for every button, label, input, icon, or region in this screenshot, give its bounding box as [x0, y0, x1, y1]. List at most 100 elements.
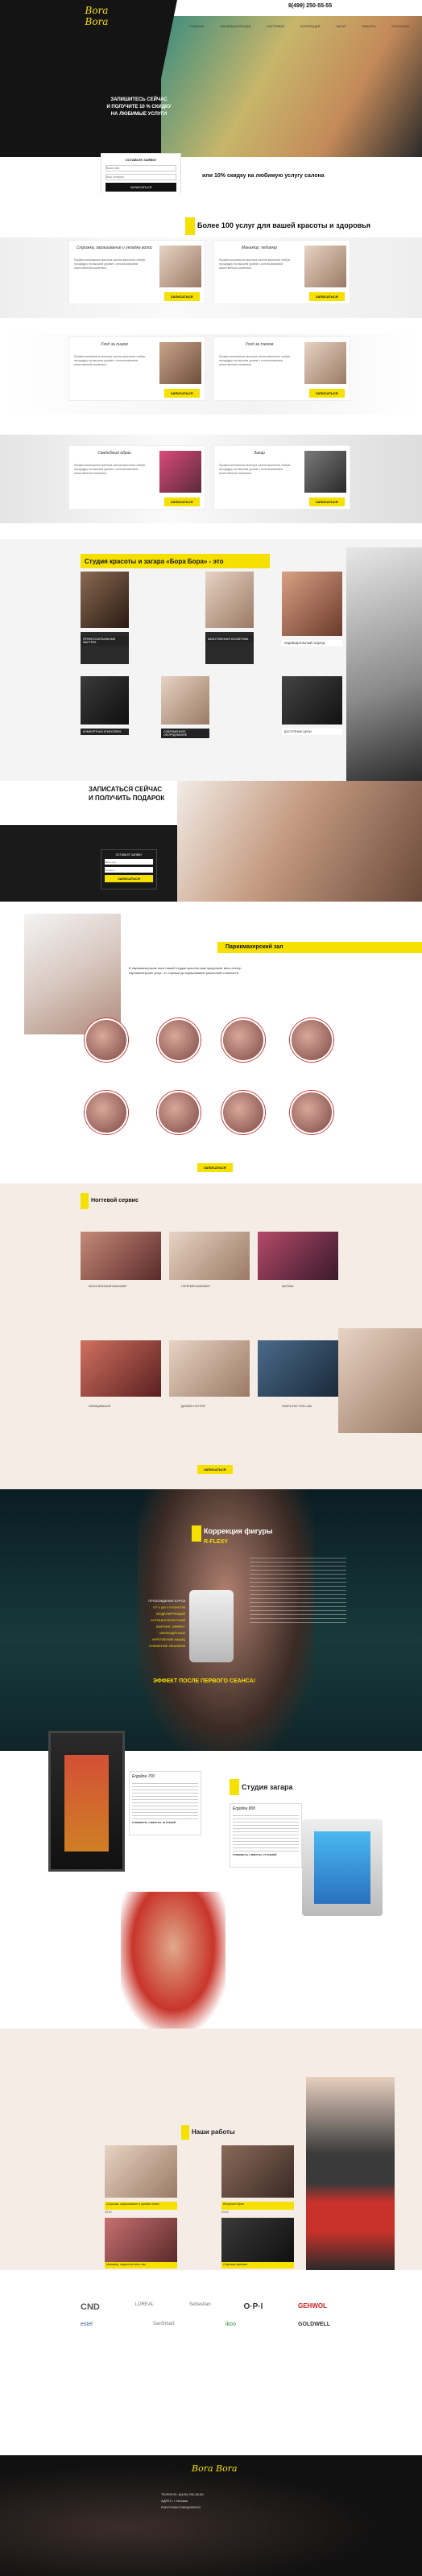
- card-title: Загар: [254, 451, 265, 456]
- hair-button[interactable]: ЗАПИСАТЬСЯ: [197, 1163, 233, 1172]
- studio-photo: [282, 572, 342, 636]
- tan-model-photo: [121, 1892, 225, 2029]
- services-title-bar: [185, 217, 195, 235]
- nav-item[interactable]: КОРРЕКЦИЯ: [300, 24, 320, 28]
- footer-logo[interactable]: Bora Bora: [192, 2463, 238, 2474]
- nav-item[interactable]: ПАРИКМАХЕРСКАЯ: [220, 24, 250, 28]
- correction-list-item: СНИЖЕНИЕ ОБЪЕМОВ: [148, 1644, 185, 1648]
- card-text: Профессиональные мастера салона выполнят…: [74, 464, 146, 475]
- signup-form-title: ОСТАВЬТЕ ЗАЯВКУ: [115, 853, 143, 857]
- phone-input[interactable]: [106, 174, 176, 180]
- card-text: Профессиональные мастера салона выполнят…: [219, 355, 291, 366]
- tan-box: Ergoline 700 СТОИМОСТЬ 1 МИНУТЫ: 25 РУБЛ…: [129, 1771, 201, 1835]
- card-photo: [159, 342, 201, 384]
- work-photo: [105, 2218, 177, 2262]
- nav-item[interactable]: РАБОТЫ: [362, 24, 376, 28]
- card-button[interactable]: ЗАПИСАТЬСЯ: [309, 292, 345, 301]
- nav-item[interactable]: КОНТАКТЫ: [391, 24, 409, 28]
- card-button[interactable]: ЗАПИСАТЬСЯ: [164, 292, 200, 301]
- correction-text: [250, 1558, 346, 1626]
- footer-info: ТЕЛЕФОН: 8(499) 250-55-55 АДРЕС: г. Моск…: [161, 2491, 274, 2511]
- nail-caption: НАРАЩИВАНИЕ: [89, 1405, 111, 1408]
- studio-title: Студия красоты и загара «Бора Бора» - эт…: [85, 558, 224, 565]
- hair-photo-circle: [221, 1018, 265, 1062]
- header-phone[interactable]: 8(499) 250-55-55: [288, 3, 332, 9]
- footer-phone[interactable]: ТЕЛЕФОН: 8(499) 250-55-55: [161, 2491, 274, 2498]
- studio-item-label: ДОСТУПНЫЕ ЦЕНЫ: [282, 729, 342, 735]
- card-title: Уход за телом: [245, 342, 274, 347]
- work-caption: Маникюр, покрытие гель-лак: [105, 2262, 177, 2268]
- correction-title: Коррекция фигуры: [204, 1527, 273, 1535]
- work-photo: [221, 2145, 294, 2198]
- studio-item-label: СОВРЕМЕННОЕ ОБОРУДОВАНИЕ: [161, 729, 209, 738]
- hero-diagonal: [145, 0, 177, 157]
- card-title: Стрижка, окрашивание и укладка волос: [76, 246, 153, 250]
- studio-model-photo: [346, 547, 422, 781]
- logo[interactable]: Bora Bora: [81, 5, 113, 27]
- studio-photo: [81, 572, 129, 628]
- footer-hours: РАБОТАЕМ ЕЖЕДНЕВНО: [161, 2505, 201, 2509]
- correction-list-item: ЛИФТИНГ-ЭФФЕКТ: [155, 1624, 185, 1629]
- signup-submit-button[interactable]: ЗАПИСАТЬСЯ: [105, 875, 153, 882]
- hair-model-photo: [24, 914, 121, 1034]
- card-title: Свадебный образ: [97, 451, 131, 456]
- hero-banner: или 10% скидку на любимую услугу салона: [197, 171, 422, 181]
- hair-photo-circle: [85, 1091, 128, 1134]
- tan-box-title: Ergoline 700: [132, 1774, 155, 1779]
- card-photo: [304, 451, 346, 493]
- nail-photo: [81, 1232, 161, 1280]
- works-model-photo: [306, 2077, 395, 2270]
- nav-item[interactable]: ЗАГАР: [336, 24, 345, 28]
- brand-logo: estel: [81, 2322, 93, 2327]
- signup-name-input[interactable]: [105, 859, 153, 865]
- nail-caption: ШЕЛЛАК: [282, 1285, 294, 1288]
- works-title: Наши работы: [192, 2128, 235, 2136]
- card-photo: [159, 451, 201, 493]
- studio-item-label: ИНДИВИДУАЛЬНЫЙ ПОДХОД: [282, 640, 342, 646]
- card-button[interactable]: ЗАПИСАТЬСЯ: [164, 497, 200, 506]
- tan-box-title: Ergoline 800: [233, 1806, 256, 1811]
- card-button[interactable]: ЗАПИСАТЬСЯ: [309, 497, 345, 506]
- nail-photo: [169, 1340, 250, 1397]
- brand-logo: Sebastian: [189, 2302, 211, 2307]
- submit-button[interactable]: ЗАПИСАТЬСЯ: [106, 183, 176, 192]
- nails-button[interactable]: ЗАПИСАТЬСЯ: [197, 1465, 233, 1474]
- studio-photo: [282, 676, 342, 724]
- work-date: 23.02: [221, 2211, 229, 2214]
- nail-photo: [258, 1340, 338, 1397]
- card-button[interactable]: ЗАПИСАТЬСЯ: [309, 389, 345, 398]
- signup-model-photo: [177, 781, 422, 902]
- card-title: Маникюр, педикюр: [241, 246, 278, 250]
- brand-logo: O·P·I: [243, 2302, 263, 2311]
- nav-item[interactable]: ГЛАВНАЯ: [189, 24, 204, 28]
- nav-item[interactable]: НОГТЕВОЙ: [267, 24, 284, 28]
- hair-photo-circle: [157, 1091, 201, 1134]
- works-title-bar: [181, 2125, 189, 2140]
- tan-box-text: [132, 1783, 198, 1819]
- hair-photo-circle: [290, 1018, 333, 1062]
- nail-model-photo: [338, 1328, 422, 1433]
- brand-logo: GOLDWELL: [298, 2322, 331, 2327]
- brand-logo: LOREAL: [134, 2302, 155, 2307]
- hero-headline: ЗАПИШИТЕСЬ СЕЙЧАС И ПОЛУЧИТЕ 10 % СКИДКУ…: [106, 97, 172, 117]
- nail-caption: ДИЗАЙН НОГТЕЙ: [181, 1405, 205, 1408]
- tan-title: Студия загара: [242, 1783, 293, 1791]
- brand-logo: ikoo: [225, 2322, 236, 2327]
- service-card: Маникюр, педикюр Профессиональные мастер…: [213, 240, 350, 304]
- work-caption: Вечерний образ: [221, 2202, 294, 2210]
- signup-title: ЗАПИСАТЬСЯ СЕЙЧАС И ПОЛУЧИТЬ ПОДАРОК: [89, 786, 165, 802]
- tan-price: СТОИМОСТЬ 1 МИНУТЫ: 27 РУБЛЕЙ: [233, 1853, 277, 1856]
- correction-effect: ЭФФЕКТ ПОСЛЕ ПЕРВОГО СЕАНСА!: [153, 1678, 256, 1684]
- hair-photo-circle: [85, 1018, 128, 1062]
- correction-list-item: ОТ 2 ДО 4 СЕАНСОВ: [153, 1605, 185, 1609]
- work-photo: [221, 2218, 294, 2262]
- studio-item-label: ПРОФЕССИОНАЛЬНЫЕ МАСТЕРА: [81, 636, 129, 646]
- brand-logo: SanSmart: [153, 2322, 175, 2326]
- card-text: Профессиональные мастера салона выполнят…: [74, 355, 146, 366]
- services-bg-row1: [0, 237, 422, 318]
- work-caption: Стрижка, окрашивание и укладка волос: [105, 2202, 177, 2210]
- signup-phone-input[interactable]: [105, 867, 153, 873]
- name-input[interactable]: [106, 165, 176, 171]
- card-button[interactable]: ЗАПИСАТЬСЯ: [164, 389, 200, 398]
- services-bg-row3: [0, 435, 422, 523]
